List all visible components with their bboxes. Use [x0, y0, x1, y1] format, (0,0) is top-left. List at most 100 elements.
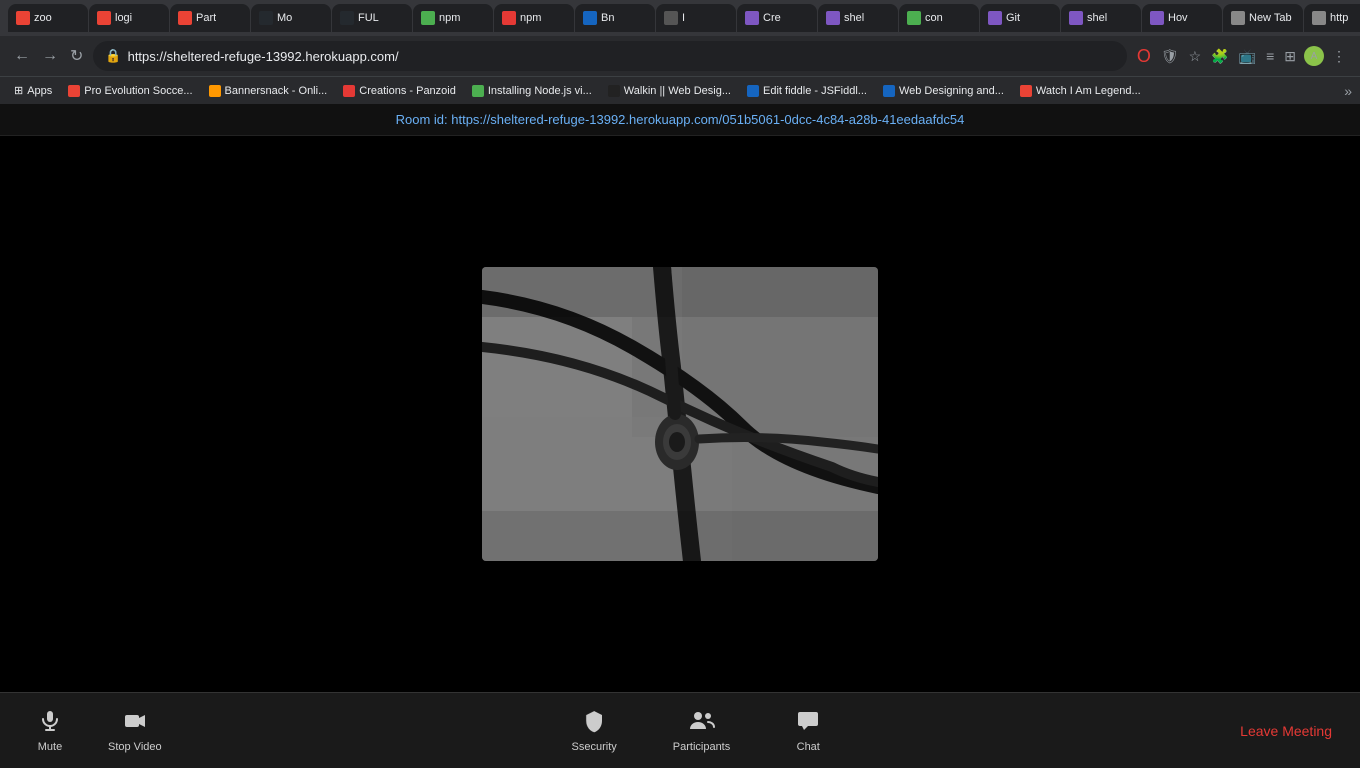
tab-2[interactable]: logi — [89, 4, 169, 32]
tab-14[interactable]: shel — [1061, 4, 1141, 32]
tab-title-3: Part — [196, 12, 216, 24]
tab-bar: zoo logi Part Mo FUL npm npm Bn — [0, 0, 1360, 36]
tab-favicon-2 — [97, 11, 111, 25]
tab-title-16: New Tab — [1249, 12, 1292, 24]
tab-8[interactable]: Bn — [575, 4, 655, 32]
opera-icon[interactable]: O — [1135, 44, 1153, 69]
bookmark-jsfiddle[interactable]: Edit fiddle - JSFiddl... — [741, 83, 873, 99]
tab-favicon-14 — [1069, 11, 1083, 25]
legend-favicon — [1020, 85, 1032, 97]
tab-favicon-6 — [421, 11, 435, 25]
url-text: https://sheltered-refuge-13992.herokuapp… — [128, 49, 1115, 64]
bookmark-webdesign-label: Web Designing and... — [899, 85, 1004, 97]
tab-9[interactable]: I — [656, 4, 736, 32]
participants-button[interactable]: Participants — [665, 705, 738, 757]
bookmark-walkin[interactable]: Walkin || Web Desig... — [602, 83, 737, 99]
pes-favicon — [68, 85, 80, 97]
leave-meeting-button[interactable]: Leave Meeting — [1232, 719, 1340, 743]
extension-icon[interactable]: 🧩 — [1209, 46, 1230, 67]
address-bar: ← → ↻ 🔒 https://sheltered-refuge-13992.h… — [0, 36, 1360, 76]
bookmark-walkin-label: Walkin || Web Desig... — [624, 85, 731, 97]
room-id-bar: Room id: https://sheltered-refuge-13992.… — [0, 104, 1360, 136]
security-label: Ssecurity — [572, 741, 617, 753]
creations-favicon — [343, 85, 355, 97]
tab-favicon-17 — [1312, 11, 1326, 25]
tab-10[interactable]: Cre — [737, 4, 817, 32]
tab-favicon-1 — [16, 11, 30, 25]
bookmark-nodejs-label: Installing Node.js vi... — [488, 85, 592, 97]
camera-icon — [123, 709, 147, 737]
address-bar-icons: O 🛡 ☆ 🧩 📺 ≡ ⊞ A ⋮ — [1135, 44, 1348, 69]
more-menu-button[interactable]: ⋮ — [1330, 46, 1348, 67]
tab-title-17: http — [1330, 12, 1348, 24]
back-button[interactable]: ← — [12, 45, 32, 67]
tab-5[interactable]: FUL — [332, 4, 412, 32]
apps-icon[interactable]: ⊞ — [1282, 46, 1298, 67]
bookmark-icon[interactable]: ☆ — [1187, 46, 1204, 67]
tab-favicon-12 — [907, 11, 921, 25]
microphone-icon — [38, 709, 62, 737]
bookmark-jsfiddle-label: Edit fiddle - JSFiddl... — [763, 85, 867, 97]
security-button[interactable]: Ssecurity — [564, 705, 625, 757]
tab-3[interactable]: Part — [170, 4, 250, 32]
bookmark-bannersnack[interactable]: Bannersnack - Onli... — [203, 83, 334, 99]
jsfiddle-favicon — [747, 85, 759, 97]
tab-12[interactable]: con — [899, 4, 979, 32]
tab-favicon-11 — [826, 11, 840, 25]
tab-title-8: Bn — [601, 12, 614, 24]
refresh-button[interactable]: ↻ — [68, 44, 85, 68]
tab-4[interactable]: Mo — [251, 4, 331, 32]
tab-favicon-8 — [583, 11, 597, 25]
tab-favicon-5 — [340, 11, 354, 25]
chat-label: Chat — [797, 741, 820, 753]
tab-title-12: con — [925, 12, 943, 24]
cast-icon[interactable]: 📺 — [1237, 46, 1258, 67]
tab-favicon-16 — [1231, 11, 1245, 25]
url-box[interactable]: 🔒 https://sheltered-refuge-13992.herokua… — [93, 41, 1126, 71]
bookmark-pes-label: Pro Evolution Socce... — [84, 85, 192, 97]
stop-video-label: Stop Video — [108, 741, 162, 753]
video-area — [0, 136, 1360, 692]
sync-icon[interactable]: ≡ — [1264, 46, 1276, 66]
bookmark-legend-label: Watch I Am Legend... — [1036, 85, 1141, 97]
bookmark-webdesign[interactable]: Web Designing and... — [877, 83, 1010, 99]
bookmark-pes[interactable]: Pro Evolution Socce... — [62, 83, 198, 99]
apps-grid-icon: ⊞ — [14, 84, 23, 97]
room-url: https://sheltered-refuge-13992.herokuapp… — [451, 112, 964, 127]
participants-icon — [689, 709, 715, 737]
more-bookmarks-button[interactable]: » — [1344, 83, 1352, 99]
video-feed — [482, 267, 878, 561]
nodejs-favicon — [472, 85, 484, 97]
tab-17[interactable]: http — [1304, 4, 1360, 32]
tab-13[interactable]: Git — [980, 4, 1060, 32]
tab-11[interactable]: shel — [818, 4, 898, 32]
bookmark-creations[interactable]: Creations - Panzoid — [337, 83, 462, 99]
bookmark-legend[interactable]: Watch I Am Legend... — [1014, 83, 1147, 99]
bookmark-apps[interactable]: ⊞ Apps — [8, 82, 58, 99]
walkin-favicon — [608, 85, 620, 97]
tab-title-2: logi — [115, 12, 132, 24]
mute-label: Mute — [38, 741, 62, 753]
profile-avatar[interactable]: A — [1304, 46, 1324, 66]
stop-video-button[interactable]: Stop Video — [100, 705, 170, 757]
bottom-toolbar: Mute Stop Video — [0, 692, 1360, 768]
tab-1[interactable]: zoo — [8, 4, 88, 32]
participants-label: Participants — [673, 741, 730, 753]
tab-favicon-10 — [745, 11, 759, 25]
bookmark-creations-label: Creations - Panzoid — [359, 85, 456, 97]
tab-7[interactable]: npm — [494, 4, 574, 32]
chat-button[interactable]: Chat — [778, 705, 838, 757]
toolbar-center: Ssecurity Participants — [170, 705, 1233, 757]
mute-button[interactable]: Mute — [20, 705, 80, 757]
bookmark-nodejs[interactable]: Installing Node.js vi... — [466, 83, 598, 99]
tab-favicon-3 — [178, 11, 192, 25]
forward-button[interactable]: → — [40, 45, 60, 67]
webdesign-favicon — [883, 85, 895, 97]
tab-favicon-15 — [1150, 11, 1164, 25]
tab-15[interactable]: Hov — [1142, 4, 1222, 32]
main-content: Room id: https://sheltered-refuge-13992.… — [0, 104, 1360, 768]
tab-16[interactable]: New Tab — [1223, 4, 1303, 32]
tab-6[interactable]: npm — [413, 4, 493, 32]
shield-icon[interactable]: 🛡 — [1159, 46, 1181, 67]
browser-chrome: zoo logi Part Mo FUL npm npm Bn — [0, 0, 1360, 104]
